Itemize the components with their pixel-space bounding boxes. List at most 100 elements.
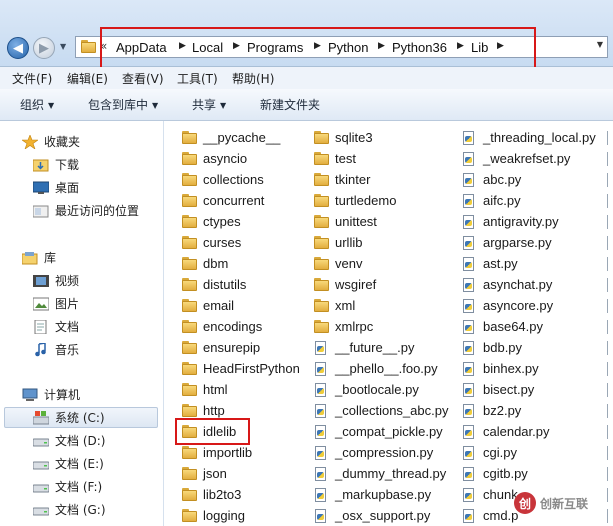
breadcrumb-item[interactable]: Lib (471, 40, 488, 56)
file-item[interactable]: argparse.py (462, 232, 552, 253)
recent-pages-chevron-down-icon[interactable]: ▼ (60, 42, 70, 52)
folder-item[interactable]: sqlite3 (314, 127, 373, 148)
clipped-column-item[interactable] (607, 257, 613, 271)
folder-item[interactable]: venv (314, 253, 362, 274)
file-item[interactable]: asyncore.py (462, 295, 553, 316)
clipped-column-item[interactable] (607, 131, 613, 145)
nav-drive-f[interactable]: 文档 (F:) (33, 477, 102, 497)
folder-item[interactable]: urllib (314, 232, 362, 253)
file-item[interactable]: cmd.p (462, 505, 518, 526)
menu-edit[interactable]: 编辑(E) (67, 71, 108, 87)
folder-item[interactable]: logging (182, 505, 245, 526)
file-item[interactable]: bz2.py (462, 400, 521, 421)
nav-computer[interactable]: 计算机 (22, 385, 80, 405)
folder-item[interactable]: dbm (182, 253, 228, 274)
folder-item[interactable]: tkinter (314, 169, 370, 190)
folder-item[interactable]: concurrent (182, 190, 264, 211)
nav-drive-e[interactable]: 文档 (E:) (33, 454, 104, 474)
folder-item[interactable]: html (182, 379, 228, 400)
breadcrumb-separator-icon[interactable]: ▶ (457, 41, 464, 51)
nav-drive-g[interactable]: 文档 (G:) (33, 500, 106, 520)
folder-item[interactable]: collections (182, 169, 264, 190)
file-item[interactable]: abc.py (462, 169, 521, 190)
clipped-column-item[interactable] (607, 467, 613, 481)
file-item[interactable]: bdb.py (462, 337, 522, 358)
folder-item[interactable]: importlib (182, 442, 252, 463)
file-item[interactable]: cgitb.py (462, 463, 528, 484)
file-item[interactable]: __future__.py (314, 337, 415, 358)
clipped-column-item[interactable] (607, 320, 613, 334)
folder-item[interactable]: xmlrpc (314, 316, 373, 337)
clipped-column-item[interactable] (607, 278, 613, 292)
clipped-column-item[interactable] (607, 236, 613, 250)
folder-item[interactable]: lib2to3 (182, 484, 241, 505)
folder-item[interactable]: encodings (182, 316, 262, 337)
file-item[interactable]: binhex.py (462, 358, 539, 379)
folder-item[interactable]: __pycache__ (182, 127, 280, 148)
clipped-column-item[interactable] (607, 173, 613, 187)
breadcrumb-item[interactable]: Python36 (392, 40, 447, 56)
file-item[interactable]: _bootlocale.py (314, 379, 419, 400)
file-item[interactable]: antigravity.py (462, 211, 559, 232)
clipped-column-item[interactable] (607, 215, 613, 229)
clipped-column-item[interactable] (607, 194, 613, 208)
share-button[interactable]: 共享 ▼ (192, 97, 226, 113)
folder-item[interactable]: asyncio (182, 148, 247, 169)
file-item[interactable]: _collections_abc.py (314, 400, 448, 421)
breadcrumb-separator-icon[interactable]: ▶ (378, 41, 385, 51)
file-item[interactable]: chunk (462, 484, 518, 505)
clipped-column-item[interactable] (607, 446, 613, 460)
nav-downloads[interactable]: 下载 (33, 155, 79, 175)
nav-favorites[interactable]: 收藏夹 (22, 132, 80, 152)
breadcrumb-separator-icon[interactable]: ▶ (314, 41, 321, 51)
folder-item[interactable]: unittest (314, 211, 377, 232)
file-item[interactable]: ast.py (462, 253, 518, 274)
file-item[interactable]: asynchat.py (462, 274, 552, 295)
folder-item[interactable]: ensurepip (182, 337, 260, 358)
file-item[interactable]: _threading_local.py (462, 127, 596, 148)
folder-item[interactable]: email (182, 295, 234, 316)
file-item[interactable]: __phello__.foo.py (314, 358, 438, 379)
address-breadcrumb[interactable]: « AppData ▶ Local ▶ Programs ▶ Python ▶ … (75, 36, 608, 58)
file-item[interactable]: _compat_pickle.py (314, 421, 443, 442)
menu-view[interactable]: 查看(V) (122, 71, 164, 87)
clipped-column-item[interactable] (607, 299, 613, 313)
folder-item[interactable]: HeadFirstPython (182, 358, 300, 379)
folder-item[interactable]: turtledemo (314, 190, 396, 211)
breadcrumb-item[interactable]: AppData (116, 40, 167, 56)
nav-desktop[interactable]: 桌面 (33, 178, 79, 198)
breadcrumb-item[interactable]: Programs (247, 40, 303, 56)
nav-music[interactable]: 音乐 (33, 340, 79, 360)
clipped-column-item[interactable] (607, 362, 613, 376)
folder-item[interactable]: json (182, 463, 227, 484)
nav-recent-places[interactable]: 最近访问的位置 (33, 201, 139, 221)
breadcrumb-separator-icon[interactable]: ▶ (497, 41, 504, 51)
file-item[interactable]: aifc.py (462, 190, 521, 211)
file-item[interactable]: base64.py (462, 316, 543, 337)
nav-drive-c[interactable]: 系统 (C:) (33, 408, 105, 428)
clipped-column-item[interactable] (607, 341, 613, 355)
file-item[interactable]: _dummy_thread.py (314, 463, 446, 484)
forward-button[interactable]: ▶ (33, 37, 55, 59)
folder-item[interactable]: curses (182, 232, 241, 253)
breadcrumb-separator-icon[interactable]: ▶ (179, 41, 186, 51)
address-dropdown-icon[interactable]: ▼ (597, 40, 603, 49)
folder-item[interactable]: idlelib (182, 421, 236, 442)
menu-help[interactable]: 帮助(H) (232, 71, 274, 87)
nav-pictures[interactable]: 图片 (33, 294, 79, 314)
breadcrumb-item[interactable]: Python (328, 40, 368, 56)
folder-item[interactable]: http (182, 400, 225, 421)
folder-item[interactable]: xml (314, 295, 355, 316)
organize-button[interactable]: 组织 ▼ (20, 97, 54, 113)
menu-tools[interactable]: 工具(T) (177, 71, 218, 87)
clipped-column-item[interactable] (607, 383, 613, 397)
nav-drive-d[interactable]: 文档 (D:) (33, 431, 105, 451)
file-item[interactable]: cgi.py (462, 442, 517, 463)
file-item[interactable]: bisect.py (462, 379, 534, 400)
breadcrumb-item[interactable]: Local (192, 40, 223, 56)
breadcrumb-separator-icon[interactable]: ▶ (233, 41, 240, 51)
file-item[interactable]: _compression.py (314, 442, 433, 463)
folder-item[interactable]: test (314, 148, 356, 169)
nav-libraries[interactable]: 库 (22, 248, 56, 268)
folder-item[interactable]: wsgiref (314, 274, 376, 295)
